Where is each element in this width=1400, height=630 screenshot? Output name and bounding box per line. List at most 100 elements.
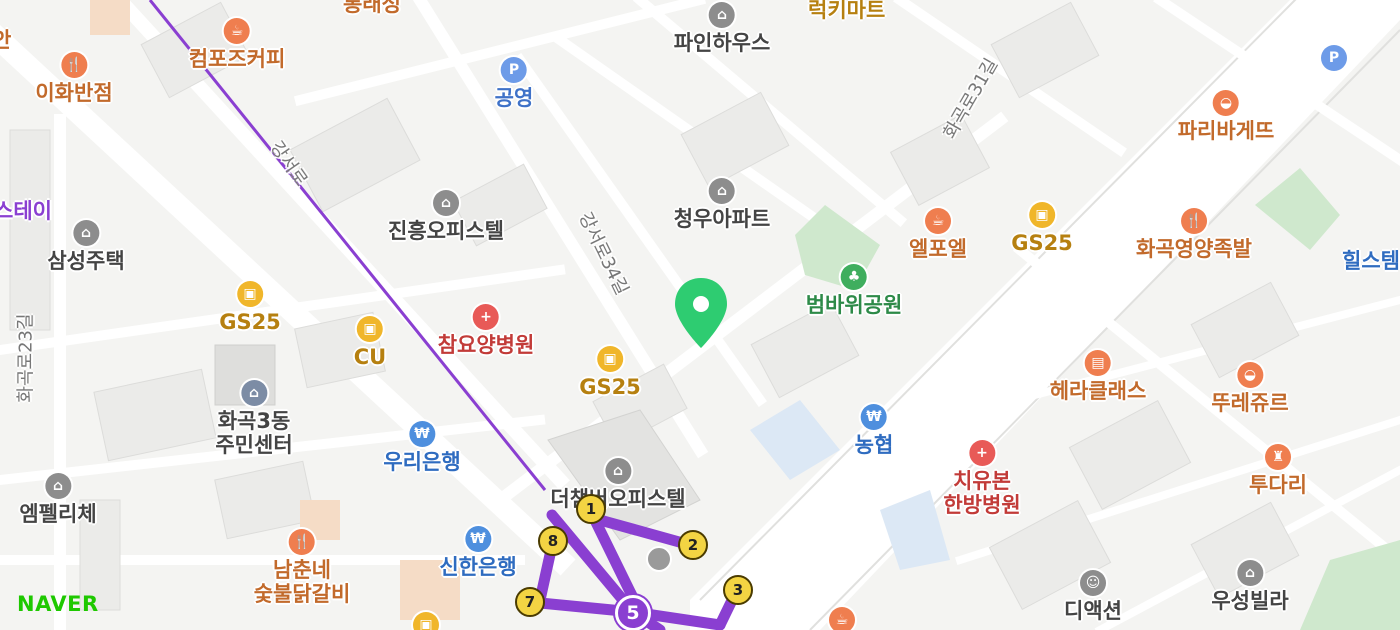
pub-icon: ♜: [1265, 444, 1291, 470]
poi-chiyubon-hospital[interactable]: + 치유본 한방병원: [943, 440, 1021, 518]
building-icon: ⌂: [1237, 560, 1263, 586]
poi-label: GS25: [219, 310, 281, 334]
poi-label: 엘포엘: [909, 237, 967, 261]
restaurant-icon: 🍴: [1180, 208, 1207, 234]
poi-label: 파인하우스: [673, 31, 771, 55]
poi-label: 농협: [854, 433, 894, 457]
poi-cham-hospital[interactable]: + 참요양병원: [437, 304, 535, 357]
poi-gs25[interactable]: ▣ GS25: [219, 281, 281, 334]
poi-label: 우성빌라: [1211, 589, 1289, 613]
poi-heraclass[interactable]: ▤ 헤라클래스: [1050, 350, 1146, 403]
poi-gs25[interactable]: ▣ GS25: [579, 346, 641, 399]
poi-woosung-villa[interactable]: ⌂ 우성빌라: [1211, 560, 1289, 613]
gym-icon: ▤: [1084, 350, 1111, 376]
station-facility-icon: [646, 546, 672, 572]
subway-exit-7[interactable]: 7: [515, 587, 545, 617]
poi-elpoel[interactable]: ☕ 엘포엘: [909, 208, 967, 261]
convenience-store-icon: ▣: [597, 346, 623, 372]
naver-logo: NAVER: [17, 592, 99, 616]
poi-label: 엠펠리체: [19, 502, 97, 526]
poi-woori-bank[interactable]: ₩ 우리은행: [383, 421, 461, 474]
poi-d-action[interactable]: ☺ 디액션: [1064, 570, 1122, 623]
park-icon: ♣: [840, 264, 867, 290]
poi-label: GS25: [1011, 231, 1073, 255]
building-icon: ⌂: [432, 190, 459, 216]
cafe-icon: ☕: [223, 18, 250, 44]
poi-label: 화곡영양족발: [1136, 237, 1252, 261]
poi-public-parking[interactable]: P 공영: [494, 57, 534, 110]
poi-the-chamber-officetel[interactable]: ⌂ 더챔버오피스텔: [550, 458, 686, 511]
poi-cheongwoo-apt[interactable]: ⌂ 청우아파트: [673, 178, 771, 231]
poi-tous-les-jours[interactable]: ◒ 뚜레쥬르: [1211, 362, 1289, 415]
poi-tudari[interactable]: ♜ 투다리: [1249, 444, 1307, 497]
poi-label-partial: 힐스템: [1342, 249, 1400, 273]
poi-hwagok-jokbal[interactable]: 🍴 화곡영양족발: [1136, 208, 1252, 261]
poi-jinheung-officetel[interactable]: ⌂ 진흥오피스텔: [388, 190, 504, 243]
theater-icon: ☺: [1080, 570, 1106, 596]
subway-exit-1[interactable]: 1: [576, 494, 606, 524]
convenience-store-icon: ▣: [413, 612, 439, 630]
cafe-marker[interactable]: ☕: [829, 607, 855, 630]
store-marker[interactable]: ▣: [413, 612, 439, 630]
restaurant-icon: 🍴: [61, 52, 87, 78]
government-icon: ⌂: [241, 380, 267, 406]
poi-label-partial: 스테이: [0, 199, 52, 223]
poi-label: 디액션: [1064, 599, 1122, 623]
hospital-icon: +: [472, 304, 499, 330]
location-pin-icon[interactable]: [672, 276, 730, 350]
poi-label-partial: 롱래성: [343, 0, 401, 16]
poi-namchun-dakgalbi[interactable]: 🍴 남춘네 숯불닭갈비: [254, 529, 350, 606]
subway-station-line-5[interactable]: 5: [615, 595, 651, 630]
convenience-store-icon: ▣: [237, 281, 263, 307]
poi-nonghyup[interactable]: ₩ 농협: [854, 404, 894, 457]
poi-label: 이화반점: [35, 81, 113, 105]
bakery-icon: ◒: [1212, 90, 1239, 116]
convenience-store-icon: ▣: [1029, 202, 1055, 228]
building-icon: ⌂: [708, 178, 735, 204]
bank-icon: ₩: [860, 404, 887, 430]
convenience-store-icon: ▣: [357, 316, 383, 342]
subway-exit-3[interactable]: 3: [723, 575, 753, 605]
poi-label: 청우아파트: [673, 207, 771, 231]
building-icon: ⌂: [605, 458, 631, 484]
poi-label: 범바위공원: [805, 293, 903, 317]
poi-paris-baguette[interactable]: ◒ 파리바게뜨: [1177, 90, 1275, 143]
poi-label: CU: [353, 345, 387, 369]
poi-label: GS25: [579, 375, 641, 399]
poi-label: 삼성주택: [47, 249, 125, 273]
poi-label-partial: 안: [0, 28, 12, 52]
poi-label-partial: 럭키마트: [808, 0, 886, 22]
bank-icon: ₩: [465, 526, 491, 552]
poi-pine-house[interactable]: ⌂ 파인하우스: [673, 2, 771, 55]
poi-compose-coffee[interactable]: ☕ 컴포즈커피: [188, 18, 286, 71]
parking-icon: P: [500, 57, 527, 83]
cafe-icon: ☕: [829, 607, 855, 630]
poi-ihwa-banjeom[interactable]: 🍴 이화반점: [35, 52, 113, 105]
poi-beombawi-park[interactable]: ♣ 범바위공원: [805, 264, 903, 317]
cafe-icon: ☕: [925, 208, 951, 234]
subway-exit-2[interactable]: 2: [678, 530, 708, 560]
parking-marker[interactable]: P: [1321, 45, 1347, 71]
building-icon: ⌂: [73, 220, 99, 246]
poi-label: 우리은행: [383, 450, 461, 474]
poi-label: 공영: [494, 86, 534, 110]
building-icon: ⌂: [45, 473, 71, 499]
map-canvas[interactable]: 강서로 강서로34길 화곡로31길 화곡로23길 롱래성 럭키마트 스테이 힐스…: [0, 0, 1400, 630]
parking-icon: P: [1321, 45, 1347, 71]
poi-label: 파리바게뜨: [1177, 119, 1275, 143]
poi-empelliche[interactable]: ⌂ 엠펠리체: [19, 473, 97, 526]
poi-label: 화곡3동 주민센터: [215, 409, 293, 458]
building-icon: ⌂: [708, 2, 735, 28]
poi-label: 컴포즈커피: [188, 47, 286, 71]
poi-cu[interactable]: ▣ CU: [354, 316, 386, 369]
poi-label: 신한은행: [439, 555, 517, 579]
poi-label: 치유본 한방병원: [943, 469, 1021, 518]
poi-samsung-house[interactable]: ⌂ 삼성주택: [47, 220, 125, 273]
poi-label: 참요양병원: [437, 333, 535, 357]
hospital-icon: +: [969, 440, 995, 466]
poi-gs25[interactable]: ▣ GS25: [1011, 202, 1073, 255]
poi-hwagok3-community-center[interactable]: ⌂ 화곡3동 주민센터: [215, 380, 293, 458]
bakery-icon: ◒: [1237, 362, 1263, 388]
subway-exit-8[interactable]: 8: [538, 526, 568, 556]
poi-shinhan-bank[interactable]: ₩ 신한은행: [439, 526, 517, 579]
